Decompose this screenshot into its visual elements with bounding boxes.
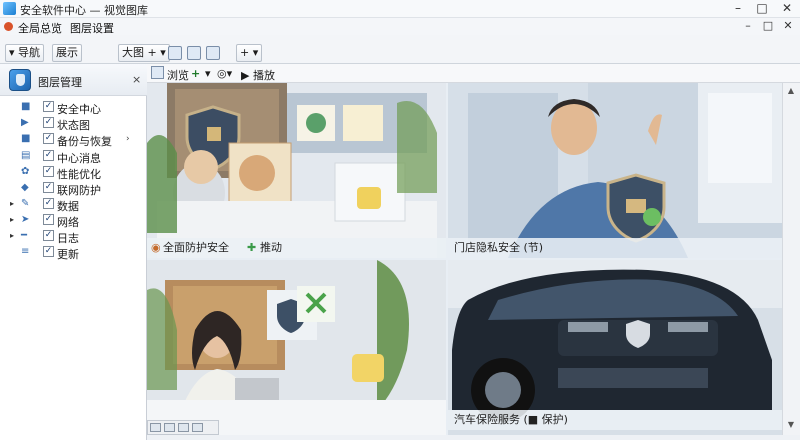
- scroll-end-icon[interactable]: [192, 423, 203, 432]
- layer-icon: ✿: [21, 166, 30, 177]
- layer-checkbox[interactable]: ✓: [43, 246, 54, 257]
- layer-checkbox[interactable]: ✓: [43, 166, 54, 177]
- woman-laptop-image: [147, 260, 446, 435]
- expand-icon[interactable]: ▸: [10, 231, 14, 240]
- chevron-right-icon[interactable]: ›: [84, 102, 88, 112]
- view-toolbar: 浏览 + ▾ ◎▾ ▶ 播放: [147, 64, 800, 83]
- office-shield-image: [147, 83, 446, 258]
- save-icon[interactable]: [168, 46, 182, 60]
- close-button[interactable]: ✕: [775, 0, 799, 18]
- layer-item[interactable]: ■ ✓ 备份与恢复 ›: [0, 131, 147, 148]
- menu-item-overview[interactable]: 全局总览: [18, 20, 62, 36]
- layer-checkbox[interactable]: ✓: [43, 182, 54, 193]
- layer-icon: ■: [21, 133, 31, 144]
- scroll-thumb[interactable]: [164, 423, 175, 432]
- nav-dropdown-button[interactable]: ▾ 导航: [5, 44, 45, 62]
- view-button[interactable]: 展示: [52, 44, 82, 62]
- doc-restore-button[interactable]: □: [760, 18, 776, 35]
- tile-scrollbar[interactable]: [147, 420, 219, 435]
- title-bar: 安全软件中心 — 视觉图库 – □ ✕: [0, 0, 800, 18]
- layer-icon: ≡: [21, 246, 30, 257]
- image-tile[interactable]: 门店隐私安全 (节): [448, 83, 782, 258]
- layer-icon: ▤: [21, 150, 31, 161]
- layer-label: 备份与恢复: [57, 135, 112, 148]
- window-title: 安全软件中心 — 视觉图库: [20, 4, 148, 17]
- chevron-down-icon[interactable]: ▾: [205, 67, 211, 80]
- layer-checkbox[interactable]: ✓: [43, 133, 54, 144]
- layer-icon: ✎: [21, 198, 30, 209]
- tile-caption: ◉ 全面防护安全 ✚ 推动: [147, 238, 446, 258]
- maximize-button[interactable]: □: [750, 0, 774, 18]
- layer-checkbox[interactable]: ✓: [43, 230, 54, 241]
- panel-close-icon[interactable]: ×: [132, 73, 141, 86]
- layer-icon: ■: [21, 101, 31, 112]
- scroll-left-icon[interactable]: [150, 423, 161, 432]
- menu-app-icon: [4, 22, 13, 31]
- fire-icon: ◉: [151, 241, 161, 254]
- camera-icon[interactable]: [206, 46, 220, 60]
- menu-bar: 全局总览 图层设置: [0, 18, 800, 35]
- play-button[interactable]: ▶ 播放: [241, 67, 275, 83]
- minimize-button[interactable]: –: [726, 0, 750, 18]
- scroll-right-icon[interactable]: [178, 423, 189, 432]
- layer-item[interactable]: ■ ✓ 安全中心 ›: [0, 99, 147, 116]
- layers-panel: 图层管理 × ■ ✓ 安全中心 › ▶ ✓ 状态图 ■ ✓ 备份与恢复 › ▤ …: [0, 64, 147, 440]
- grid-icon[interactable]: [187, 46, 201, 60]
- layer-checkbox[interactable]: ✓: [43, 214, 54, 225]
- layer-icon: ━: [21, 230, 28, 241]
- layer-checkbox[interactable]: ✓: [43, 101, 54, 112]
- image-tile[interactable]: ◉ 全面防护安全 ✚ 推动: [147, 83, 446, 258]
- tile-caption-text: 汽车保险服务 (■ 保护): [454, 413, 568, 426]
- tile-caption-text: 门店隐私安全 (节): [454, 241, 544, 254]
- layer-item[interactable]: ▸ ✎ ✓ 数据: [0, 196, 147, 213]
- chevron-right-icon[interactable]: ›: [126, 134, 130, 144]
- scroll-up-icon[interactable]: ▲: [786, 86, 796, 96]
- doc-minimize-button[interactable]: –: [740, 18, 756, 35]
- browse-label[interactable]: 浏览: [167, 67, 189, 83]
- add-button[interactable]: + ▾: [236, 44, 263, 62]
- vertical-scrollbar[interactable]: ▲ ▼: [782, 83, 800, 435]
- expand-icon[interactable]: ▸: [10, 199, 14, 208]
- layer-checkbox[interactable]: ✓: [43, 150, 54, 161]
- image-tile[interactable]: 汽车保险服务 (■ 保护): [448, 260, 782, 435]
- layer-item[interactable]: ◆ ✓ 联网防护: [0, 180, 147, 197]
- main-toolbar: ▾ 导航 展示 大图 + ▾ + ▾: [0, 35, 800, 64]
- add-icon: ✚: [247, 241, 257, 254]
- layer-item[interactable]: ▤ ✓ 中心消息: [0, 148, 147, 165]
- layer-item[interactable]: ✿ ✓ 性能优化: [0, 164, 147, 181]
- layer-item[interactable]: ▸ ━ ✓ 日志: [0, 228, 147, 245]
- tile-caption-text-2: 推动: [260, 241, 282, 254]
- man-shield-image: [448, 83, 782, 258]
- document-icon[interactable]: [151, 66, 164, 79]
- status-edge: [147, 435, 800, 440]
- tile-caption: 汽车保险服务 (■ 保护): [448, 410, 782, 430]
- layer-item[interactable]: ▶ ✓ 状态图: [0, 115, 147, 132]
- layers-panel-title: 图层管理: [38, 76, 82, 89]
- large-view-button[interactable]: 大图 + ▾: [118, 44, 170, 62]
- scroll-down-icon[interactable]: ▼: [786, 420, 796, 430]
- add-icon[interactable]: +: [191, 67, 200, 80]
- layers-panel-header: 图层管理 ×: [0, 64, 147, 96]
- car-image: [448, 260, 782, 435]
- layer-checkbox[interactable]: ✓: [43, 198, 54, 209]
- layer-icon: ◆: [21, 182, 29, 193]
- layer-icon: ➤: [21, 214, 30, 225]
- app-icon: [3, 2, 16, 15]
- doc-close-button[interactable]: ✕: [780, 18, 796, 35]
- layer-item[interactable]: ▸ ➤ ✓ 网络: [0, 212, 147, 229]
- tile-divider-horizontal: [147, 258, 782, 260]
- expand-icon[interactable]: ▸: [10, 215, 14, 224]
- layer-item[interactable]: ≡ ✓ 更新: [0, 244, 147, 261]
- layer-icon: ▶: [21, 117, 29, 128]
- layer-checkbox[interactable]: ✓: [43, 117, 54, 128]
- tile-caption-text: 全面防护安全: [163, 241, 229, 254]
- tile-caption: 门店隐私安全 (节): [448, 238, 782, 258]
- eye-icon[interactable]: ◎▾: [217, 67, 232, 80]
- image-tile[interactable]: [147, 260, 446, 435]
- layer-label: 更新: [57, 248, 79, 261]
- shield-icon: [9, 69, 31, 91]
- menu-item-layers[interactable]: 图层设置: [70, 20, 114, 36]
